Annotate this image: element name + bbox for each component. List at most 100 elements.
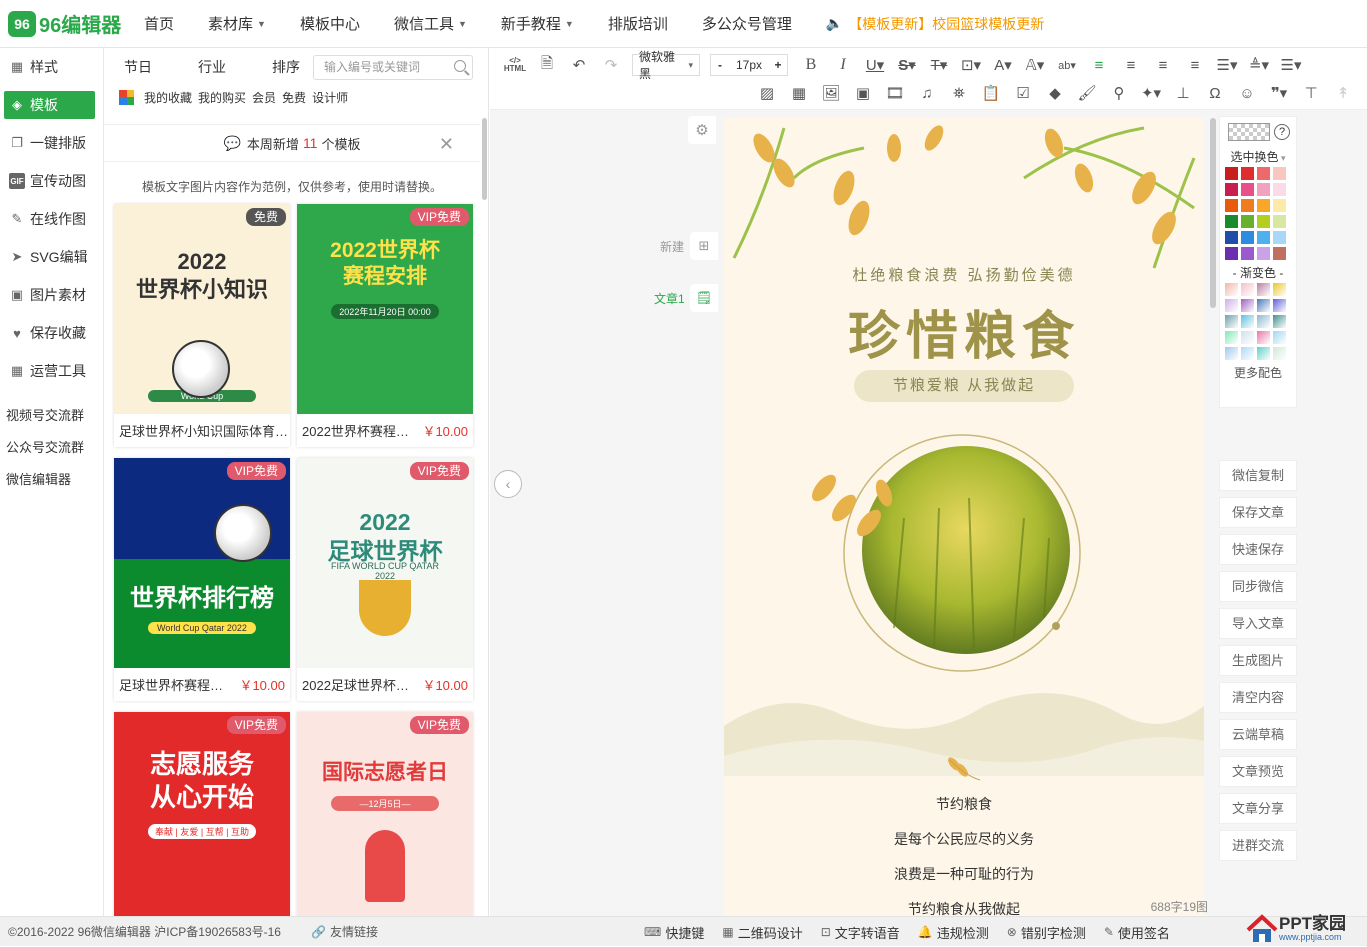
color-swatch[interactable] [1273,199,1286,212]
font-family-select[interactable]: 微软雅黑 ▾ [632,50,700,81]
template-card[interactable]: 2022世界杯 赛程安排 2022年11月20日 00:00 VIP免费 2022世界… [297,204,473,447]
article-1-icon[interactable]: 🗒 [690,284,718,312]
sidebar-link[interactable]: 公众号交流群 [0,430,103,462]
justify-icon[interactable]: ≡ [1182,53,1208,77]
settings-gear-icon[interactable]: ⚙ [688,116,716,144]
nav-item[interactable]: 新手教程 ▼ [501,13,574,34]
template-thumbnail[interactable]: 志愿服务 从心开始 奉献 | 友爱 | 互帮 | 互助 VIP免费 [114,712,290,916]
paste-icon[interactable]: 📋 [978,81,1004,105]
action-button[interactable]: 生成图片 [1219,645,1297,676]
document-icon[interactable]: 🗎 [534,53,560,77]
template-thumbnail[interactable]: 2022世界杯 赛程安排 2022年11月20日 00:00 VIP免费 [297,204,473,414]
subfilter-link[interactable]: 设计师 [312,89,348,106]
sidebar-item[interactable]: ▣ 图片素材 [0,276,103,314]
article-scrollbar[interactable] [1210,118,1216,308]
color-swatch[interactable] [1273,167,1286,180]
color-swatch[interactable] [1225,247,1238,260]
template-thumbnail[interactable]: 2022 足球世界杯 FIFA WORLD CUP QATAR 2022 VIP免费 [297,458,473,668]
footer-tool[interactable]: ▦ 二维码设计 [722,923,802,942]
sidebar-item[interactable]: ▦ 样式 [0,48,103,86]
color-swatch[interactable] [1257,183,1270,196]
more-icon[interactable]: ↟ [1330,81,1356,105]
gradient-swatch[interactable] [1273,331,1286,344]
redo-icon[interactable]: ↷ [598,53,624,77]
color-swatch[interactable] [1273,231,1286,244]
undo-icon[interactable]: ↶ [566,53,592,77]
transparent-swatch[interactable] [1228,123,1270,141]
template-thumbnail[interactable]: 2022 世界杯小知识World Cup免费 [114,204,290,414]
color-filter-icon[interactable] [119,89,134,105]
indent-icon[interactable]: ☰▾ [1214,53,1240,77]
template-thumbnail[interactable]: 世界杯排行榜 World Cup Qatar 2022 VIP免费 [114,458,290,668]
collapse-panel-icon[interactable]: ‹ [494,470,522,498]
paragraph-spacing-icon[interactable]: ☰▾ [1278,53,1304,77]
gradient-swatch[interactable] [1273,315,1286,328]
gradient-swatch[interactable] [1273,299,1286,312]
clear-format-icon[interactable]: T▾ [926,53,952,77]
update-notice[interactable]: 🔈 【模板更新】校园篮球模板更新 [826,14,1044,34]
article-canvas[interactable]: 杜绝粮食浪费 弘扬勤俭美德 珍惜粮食 节粮爱粮 从我做起 节约粮食 是每个公民应… [724,118,1204,916]
color-swatch[interactable] [1257,231,1270,244]
color-swatch[interactable] [1257,247,1270,260]
template-card[interactable]: 2022 足球世界杯 FIFA WORLD CUP QATAR 2022 VIP免费… [297,458,473,701]
logo[interactable]: 96 96编辑器 [8,9,128,38]
sidebar-link[interactable]: 微信编辑器 [0,462,103,494]
gradient-swatch[interactable] [1241,331,1254,344]
nav-item[interactable]: 首页 [144,13,174,34]
action-button[interactable]: 微信复制 [1219,460,1297,491]
checkbox-icon[interactable]: ☑ [1010,81,1036,105]
subfilter-link[interactable]: 会员 [252,89,276,106]
stamp-icon[interactable]: ⊤ [1298,81,1324,105]
new-article-label[interactable]: 新建 [660,238,684,255]
template-card[interactable]: 世界杯排行榜 World Cup Qatar 2022 VIP免费 足球世界杯赛程排行… [114,458,290,701]
sidebar-item[interactable]: GIF 宣传动图 [0,162,103,200]
underline-icon[interactable]: U▾ [862,53,888,77]
action-button[interactable]: 导入文章 [1219,608,1297,639]
border-icon[interactable]: ⊡▾ [958,53,984,77]
font-size-plus[interactable]: + [769,58,787,72]
gradient-swatch[interactable] [1225,283,1238,296]
sidebar-item[interactable]: ◈ 模板 [4,91,95,119]
footer-tool[interactable]: ✎ 使用签名 [1104,923,1170,942]
color-swatch[interactable] [1273,247,1286,260]
nav-item[interactable]: 排版培训 [608,13,668,34]
font-color-icon[interactable]: A▾ [990,53,1016,77]
subfilter-link[interactable]: 我的收藏 [144,89,192,106]
gradient-swatch[interactable] [1241,283,1254,296]
gradient-swatch[interactable] [1257,299,1270,312]
panel-scrollbar[interactable] [482,118,487,200]
eraser-icon[interactable]: ◆ [1042,81,1068,105]
gradient-swatch[interactable] [1225,347,1238,360]
action-button[interactable]: 快速保存 [1219,534,1297,565]
color-swatch[interactable] [1241,183,1254,196]
omega-icon[interactable]: Ω [1202,81,1228,105]
gradient-swatch[interactable] [1241,299,1254,312]
color-swatch[interactable] [1241,231,1254,244]
filter-tab[interactable]: 排序 [272,57,300,77]
gradient-swatch[interactable] [1241,315,1254,328]
template-card[interactable]: 国际志愿者日 —12月5日— VIP免费国际志愿者日 [297,712,473,916]
action-button[interactable]: 清空内容 [1219,682,1297,713]
divider-icon[interactable]: ⊥ [1170,81,1196,105]
sidebar-item[interactable]: ▦ 运营工具 [0,352,103,390]
color-swatch[interactable] [1241,215,1254,228]
bold-icon[interactable]: B [798,53,824,77]
gradient-swatch[interactable] [1225,331,1238,344]
template-card[interactable]: 志愿服务 从心开始奉献 | 友爱 | 互帮 | 互助VIP免费志愿服务从心开始 [114,712,290,916]
close-icon[interactable]: ✕ [439,134,454,155]
new-article-icon[interactable]: ⊞ [690,232,718,260]
gradient-swatch[interactable] [1241,347,1254,360]
quote-icon[interactable]: ❞▾ [1266,81,1292,105]
strikethrough-icon[interactable]: S▾ [894,53,920,77]
subfilter-link[interactable]: 我的购买 [198,89,246,106]
background-color-icon[interactable]: ab▾ [1054,53,1080,77]
sidebar-item[interactable]: ➤ SVG编辑 [0,238,103,276]
gradient-swatch[interactable] [1257,283,1270,296]
image-icon[interactable]: 🖼 [818,81,844,105]
font-size-minus[interactable]: - [711,58,729,72]
video-icon[interactable]: 🎞 [882,81,908,105]
color-swatch[interactable] [1241,199,1254,212]
color-swatch[interactable] [1241,167,1254,180]
footer-tool[interactable]: 🔔 违规检测 [918,923,989,942]
footer-tool[interactable]: ⌨ 快捷键 [644,923,704,942]
